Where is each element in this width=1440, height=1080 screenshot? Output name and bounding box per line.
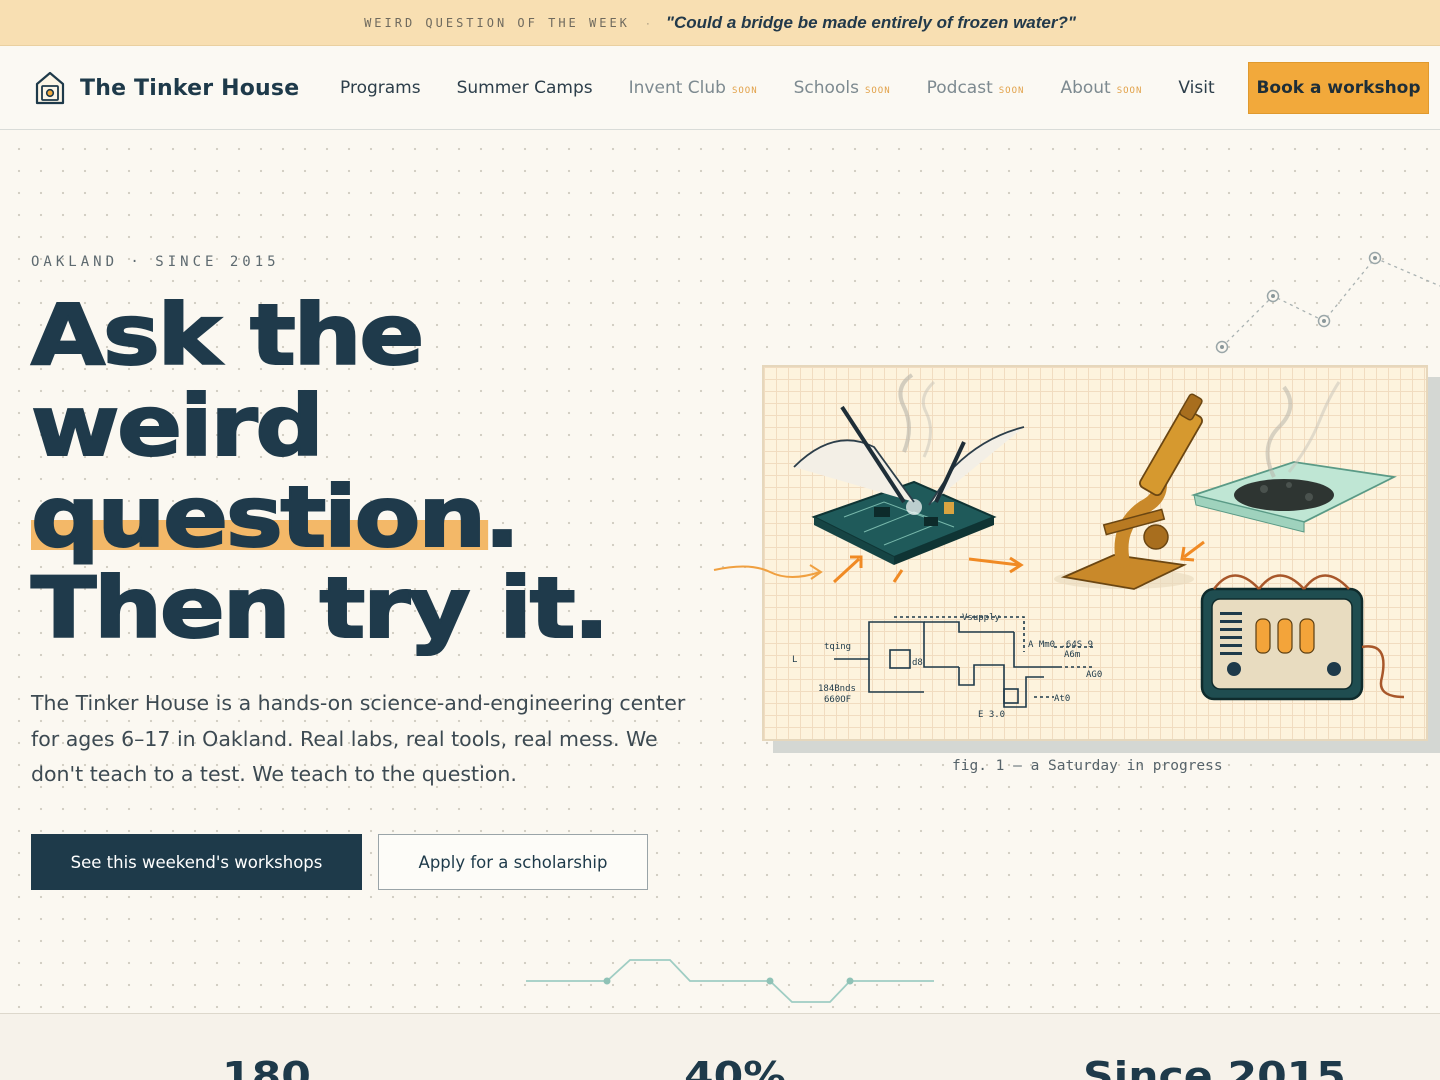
soon-badge: SOON <box>1116 86 1143 96</box>
label-a6m: A6m <box>1064 650 1080 660</box>
label-at0: At0 <box>1054 694 1070 704</box>
soon-badge: SOON <box>864 86 891 96</box>
label-amm: A Mm0 .64S 9 <box>1028 640 1093 650</box>
circuit-trace-decoration <box>526 959 934 1003</box>
nav-invent-club[interactable]: Invent Club SOON <box>629 78 758 98</box>
label-d8: d8 <box>912 658 923 668</box>
nav-links: Programs Summer Camps Invent Club SOON Sc… <box>340 46 1251 130</box>
scholarship-button[interactable]: Apply for a scholarship <box>378 834 648 890</box>
hero-illustration: Vsupply tqing L A Mm0 .64S 9 A6m AG0 At0… <box>762 365 1428 741</box>
house-icon <box>35 71 65 105</box>
hero-eyebrow: OAKLAND · SINCE 2015 <box>31 254 280 270</box>
main-nav: The Tinker House Programs Summer Camps I… <box>0 46 1440 130</box>
weird-question-link[interactable]: "Could a bridge be made entirely of froz… <box>666 13 1076 33</box>
headline-line-1: Ask the <box>30 286 426 384</box>
announcement-separator: · <box>645 15 650 30</box>
nav-label: Visit <box>1178 78 1215 98</box>
headline-line-3: question. <box>30 468 607 566</box>
label-ag0: AG0 <box>1086 670 1102 680</box>
stat-value: Since 2015 <box>1083 1054 1346 1080</box>
nav-about[interactable]: About SOON <box>1060 78 1142 98</box>
headline-period: . <box>483 468 522 566</box>
figure-caption: fig. 1 — a Saturday in progress <box>952 758 1223 774</box>
nav-summer-camps[interactable]: Summer Camps <box>457 78 593 98</box>
announcement-bar: WEIRD QUESTION OF THE WEEK · "Could a br… <box>0 0 1440 46</box>
headline-highlight: question <box>30 468 489 566</box>
nav-label: Podcast <box>926 78 993 98</box>
radio-icon <box>1200 574 1405 701</box>
weekend-workshops-button[interactable]: See this weekend's workshops <box>31 834 362 890</box>
headline-line-4: Then try it. <box>30 559 611 657</box>
soon-badge: SOON <box>998 86 1025 96</box>
hero-section: OAKLAND · SINCE 2015 Ask the weird quest… <box>0 130 1440 1013</box>
logo[interactable]: The Tinker House <box>34 70 299 106</box>
brand-name: The Tinker House <box>80 75 300 101</box>
announcement-kicker: WEIRD QUESTION OF THE WEEK <box>364 15 630 30</box>
dotted-path-decoration <box>1215 251 1440 354</box>
nav-label: Schools <box>793 78 859 98</box>
nav-label: About <box>1060 78 1111 98</box>
book-workshop-button[interactable]: Book a workshop <box>1248 62 1429 114</box>
stat-value: 40% <box>684 1054 786 1080</box>
label-cap: 660OF <box>824 695 851 705</box>
nav-visit[interactable]: Visit <box>1178 78 1214 98</box>
circuit-board-icon <box>793 373 1025 565</box>
stat-value: 180 <box>222 1054 311 1080</box>
nav-label: Invent Club <box>628 78 726 98</box>
nav-schools[interactable]: Schools SOON <box>794 78 891 98</box>
nav-podcast[interactable]: Podcast SOON <box>927 78 1025 98</box>
label-e30: E 3.0 <box>978 710 1005 720</box>
nav-programs[interactable]: Programs <box>340 78 421 98</box>
hero-description: The Tinker House is a hands-on science-a… <box>31 691 686 786</box>
curved-arrow-decoration <box>713 564 823 580</box>
label-tqing: tqing <box>824 642 851 652</box>
soon-badge: SOON <box>731 86 758 96</box>
nav-label: Programs <box>340 78 421 98</box>
label-l: L <box>792 655 797 665</box>
hero-headline: Ask the weird question. Then try it. <box>30 289 611 655</box>
label-bridge: 184Bnds <box>818 684 856 694</box>
lab-illustration: Vsupply tqing L A Mm0 .64S 9 A6m AG0 At0… <box>792 373 1405 720</box>
stats-strip: 180 40% Since 2015 <box>0 1013 1440 1080</box>
nav-label: Summer Camps <box>456 78 593 98</box>
petri-dish-icon <box>1190 381 1397 533</box>
label-vsupply: Vsupply <box>962 613 1001 623</box>
headline-line-2: weird <box>30 377 325 475</box>
